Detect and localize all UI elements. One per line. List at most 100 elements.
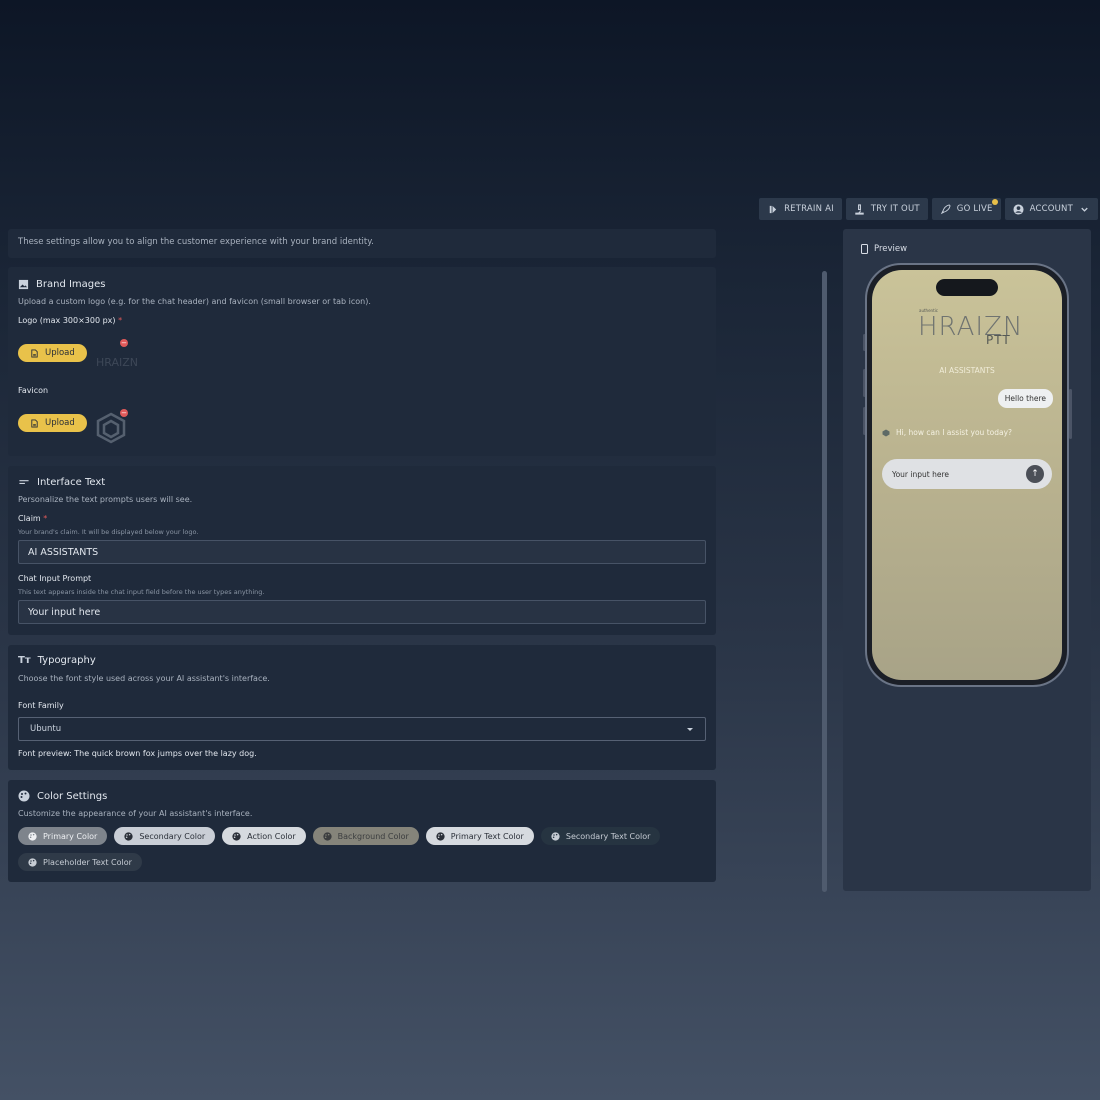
smartphone-icon	[861, 244, 868, 254]
claim-label-text: Claim	[18, 514, 41, 523]
try-it-out-label: TRY IT OUT	[870, 204, 920, 214]
retrain-ai-label: RETRAIN AI	[784, 204, 834, 214]
dropdown-arrow-icon	[687, 728, 693, 731]
chat-input-prompt-label: Chat Input Prompt	[18, 574, 92, 583]
interface-text-header: Interface Text	[18, 477, 105, 488]
preview-title: Preview	[874, 244, 908, 254]
color-chip-label: Primary Text Color	[450, 831, 524, 841]
phone-screen: authentic HRAIZN PTT AI ASSISTANTS Hello…	[872, 270, 1062, 680]
chat-input-prompt-hint: This text appears inside the chat input …	[18, 588, 265, 596]
intro-description: These settings allow you to align the cu…	[18, 237, 374, 247]
preview-bot-message-text: Hi, how can I assist you today?	[896, 428, 1013, 437]
brand-images-title: Brand Images	[36, 279, 106, 290]
phone-notch	[936, 279, 998, 296]
chevron-down-icon	[1081, 207, 1088, 212]
color-chip-list: Primary Color Secondary Color Action Color…	[18, 827, 708, 871]
preview-bot-message: Hi, how can I assist you today?	[882, 428, 1012, 437]
favicon-upload-button[interactable]: Upload	[18, 414, 87, 432]
favicon-remove-button[interactable]: −	[120, 409, 128, 417]
try-it-out-button[interactable]: TRY IT OUT	[845, 198, 928, 220]
microscope-icon	[855, 203, 864, 215]
logo-label: Logo (max 300×300 px) *	[18, 316, 122, 325]
short-text-icon	[19, 480, 29, 485]
file-icon	[31, 348, 38, 358]
file-icon	[31, 418, 38, 428]
top-nav: RETRAIN AI TRY IT OUT GO LIVE ACCOUNT	[759, 198, 1098, 220]
typography-card: Tт Typography Choose the font style used…	[8, 645, 716, 770]
account-label: ACCOUNT	[1029, 204, 1073, 214]
go-live-button[interactable]: GO LIVE	[931, 198, 1001, 220]
claim-label: Claim *	[18, 514, 47, 523]
phone-frame: authentic HRAIZN PTT AI ASSISTANTS Hello…	[865, 263, 1069, 687]
claim-hint: Your brand's claim. It will be displayed…	[18, 528, 199, 536]
preview-chat-placeholder: Your input here	[892, 469, 949, 479]
bot-avatar-icon	[882, 429, 890, 436]
favicon-label: Favicon	[18, 386, 49, 395]
font-family-select[interactable]: Ubuntu	[18, 717, 706, 741]
preview-logo-sub: PTT	[986, 333, 1011, 347]
palette-icon	[323, 831, 332, 841]
brain-icon	[769, 205, 777, 213]
typography-header: Tт Typography	[18, 655, 96, 666]
color-chip[interactable]: Primary Text Color	[425, 827, 534, 845]
font-preview: Font preview: The quick brown fox jumps …	[18, 749, 257, 758]
palette-icon	[232, 831, 241, 841]
palette-icon	[18, 790, 30, 802]
favicon-upload-label: Upload	[45, 418, 75, 428]
retrain-ai-button[interactable]: RETRAIN AI	[759, 198, 842, 220]
logo-upload-button[interactable]: Upload	[18, 344, 87, 362]
palette-icon	[28, 857, 37, 867]
brand-images-card: Brand Images Upload a custom logo (e.g. …	[8, 267, 716, 456]
color-settings-card: Color Settings Customize the appearance …	[8, 780, 716, 882]
preview-chat-input[interactable]: Your input here ↑	[882, 459, 1052, 489]
typography-subtitle: Choose the font style used across your A…	[18, 674, 270, 683]
font-family-value: Ubuntu	[30, 724, 62, 734]
color-chip[interactable]: Action Color	[222, 827, 306, 845]
color-chip-label: Action Color	[247, 831, 296, 841]
go-live-label: GO LIVE	[956, 204, 993, 214]
interface-text-card: Interface Text Personalize the text prom…	[8, 466, 716, 635]
account-button[interactable]: ACCOUNT	[1004, 198, 1098, 220]
text-fields-icon: Tт	[18, 655, 31, 666]
color-chip[interactable]: Secondary Color	[114, 827, 216, 845]
palette-icon	[28, 831, 37, 841]
interface-text-subtitle: Personalize the text prompts users will …	[18, 495, 193, 504]
send-arrow-icon[interactable]: ↑	[1026, 465, 1044, 483]
claim-input[interactable]: AI ASSISTANTS	[18, 540, 706, 564]
interface-text-title: Interface Text	[37, 477, 106, 488]
logo-label-text: Logo (max 300×300 px)	[18, 316, 116, 325]
chat-input-prompt-input[interactable]: Your input here	[18, 600, 706, 624]
logo-remove-button[interactable]: −	[120, 339, 128, 347]
palette-icon	[436, 831, 445, 841]
typography-title: Typography	[37, 655, 96, 666]
preview-user-message: Hello there	[997, 389, 1053, 408]
notification-badge	[991, 199, 998, 205]
intro-card: These settings allow you to align the cu…	[8, 229, 716, 258]
preview-claim: AI ASSISTANTS	[939, 366, 995, 375]
color-chip[interactable]: Secondary Text Color	[540, 827, 661, 845]
font-family-label: Font Family	[18, 701, 64, 710]
required-marker: *	[118, 316, 123, 325]
phone-side-button	[1069, 389, 1072, 439]
color-settings-subtitle: Customize the appearance of your AI assi…	[18, 809, 253, 818]
color-chip[interactable]: Background Color	[312, 827, 419, 845]
color-chip-label: Secondary Text Color	[565, 831, 651, 841]
scrollbar[interactable]	[822, 271, 827, 892]
color-chip-label: Placeholder Text Color	[43, 857, 132, 867]
account-circle-icon	[1013, 203, 1024, 215]
rocket-icon	[940, 203, 951, 214]
color-chip-label: Background Color	[337, 831, 409, 841]
image-icon	[18, 279, 29, 290]
color-chip-label: Primary Color	[43, 831, 98, 841]
color-settings-header: Color Settings	[18, 790, 107, 802]
logo-thumbnail: HRAIZN	[96, 356, 138, 369]
color-settings-title: Color Settings	[37, 790, 108, 802]
palette-icon	[124, 831, 133, 841]
color-chip[interactable]: Primary Color	[18, 827, 108, 845]
palette-icon	[551, 831, 560, 841]
brand-images-header: Brand Images	[18, 279, 106, 290]
preview-panel: Preview authentic HRAIZN PTT AI ASSISTAN…	[843, 229, 1091, 891]
logo-thumbnail-text: HRAIZN	[96, 356, 139, 369]
color-chip[interactable]: Placeholder Text Color	[18, 853, 142, 871]
logo-upload-label: Upload	[45, 348, 75, 358]
